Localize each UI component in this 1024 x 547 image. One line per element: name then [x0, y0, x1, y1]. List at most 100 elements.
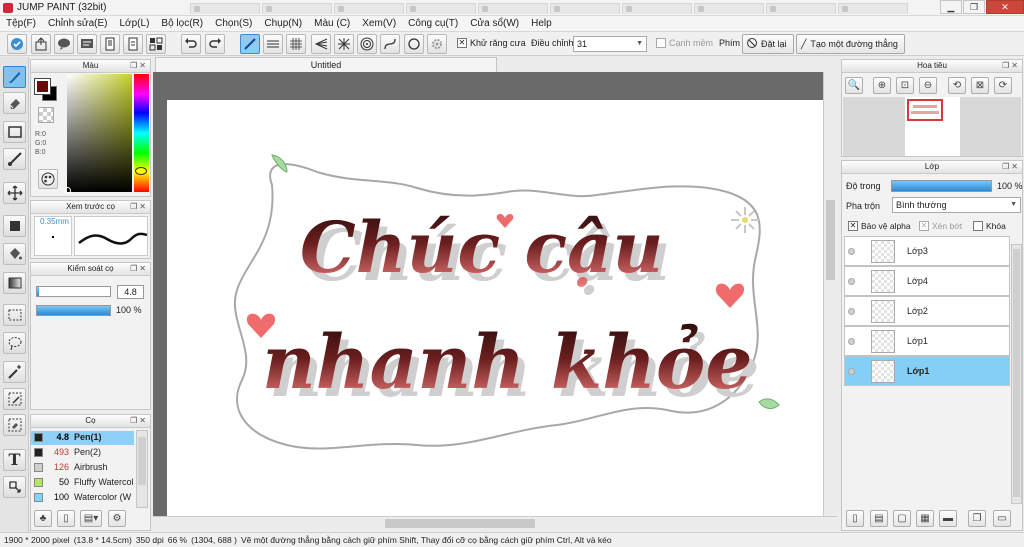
- magic-wand-tool-icon[interactable]: [3, 361, 26, 383]
- background-tab[interactable]: [262, 3, 332, 14]
- menu-filter[interactable]: Bộ lọc(R): [155, 16, 209, 31]
- zoom-out-icon[interactable]: ⊖: [919, 77, 937, 94]
- parallel-lines-icon[interactable]: [263, 34, 283, 54]
- fit-window-icon[interactable]: ⊡: [896, 77, 914, 94]
- brush-list-scroll-thumb[interactable]: [138, 437, 146, 485]
- new-brush-icon[interactable]: ▯: [57, 510, 75, 527]
- undo-icon[interactable]: [181, 34, 201, 54]
- brush-menu-icon[interactable]: ▤▾: [80, 510, 102, 527]
- new-layer-1bit-icon[interactable]: ▢: [893, 510, 911, 527]
- straight-line-ruler-icon[interactable]: [240, 34, 260, 54]
- brush-opacity-slider[interactable]: [36, 305, 111, 316]
- soft-edge-checkbox[interactable]: [656, 38, 666, 48]
- text-tool-icon[interactable]: T: [3, 449, 26, 471]
- horizontal-scroll-thumb[interactable]: [385, 519, 535, 528]
- panel-window-icons[interactable]: ❐✕: [1002, 161, 1020, 173]
- curve-ruler-icon[interactable]: [380, 34, 400, 54]
- select-pen-tool-icon[interactable]: [3, 388, 26, 410]
- export-icon[interactable]: [31, 34, 51, 54]
- document-icon[interactable]: [100, 34, 120, 54]
- layer-row[interactable]: Lớp1: [844, 356, 1010, 386]
- panel-window-icons[interactable]: ❐✕: [1002, 60, 1020, 72]
- transparent-color-swatch[interactable]: [38, 107, 54, 123]
- new-layer-8bit-icon[interactable]: ▤: [870, 510, 888, 527]
- layer-row[interactable]: Lớp2: [844, 296, 1010, 326]
- clip-checkbox[interactable]: ✕: [919, 221, 929, 231]
- lasso-select-tool-icon[interactable]: [3, 332, 26, 354]
- layer-row[interactable]: Lớp4: [844, 266, 1010, 296]
- new-halftone-layer-icon[interactable]: ▦: [916, 510, 934, 527]
- brush-item[interactable]: 126 Airbrush: [31, 461, 134, 475]
- background-tab[interactable]: [694, 3, 764, 14]
- brush-item[interactable]: 50 Fluffy Watercol: [31, 476, 134, 490]
- brush-list-scrollbar[interactable]: [136, 430, 148, 508]
- menu-window[interactable]: Cửa sổ(W): [464, 16, 525, 31]
- pen-tool-icon[interactable]: [3, 66, 26, 88]
- vertical-scroll-thumb[interactable]: [826, 200, 835, 280]
- chat-icon[interactable]: [77, 34, 97, 54]
- panel-window-icons[interactable]: ❐✕: [130, 201, 148, 213]
- navigator-view-rect[interactable]: [907, 99, 943, 121]
- delete-layer-icon[interactable]: ▭: [993, 510, 1011, 527]
- background-tab[interactable]: [766, 3, 836, 14]
- adjust-dropdown[interactable]: 31 ▼: [573, 36, 647, 52]
- select-eraser-tool-icon[interactable]: [3, 414, 26, 436]
- background-tab[interactable]: [838, 3, 908, 14]
- background-tab[interactable]: [334, 3, 404, 14]
- close-button[interactable]: ✕: [986, 0, 1024, 14]
- menu-edit[interactable]: Chỉnh sửa(E): [42, 16, 114, 31]
- rectangle-tool-icon[interactable]: [3, 121, 26, 143]
- panel-window-icons[interactable]: ❐✕: [130, 60, 148, 72]
- background-tab[interactable]: [478, 3, 548, 14]
- menu-capture[interactable]: Chụp(N): [258, 16, 308, 31]
- reset-button[interactable]: Đặt lại: [742, 34, 794, 54]
- brush-item[interactable]: 100 Watercolor (W: [31, 491, 134, 505]
- layer-row[interactable]: Lớp1: [844, 326, 1010, 356]
- redo-icon[interactable]: [205, 34, 225, 54]
- foreground-color-swatch[interactable]: [34, 78, 51, 95]
- layer-visibility-icon[interactable]: [848, 368, 855, 375]
- layer-visibility-icon[interactable]: [848, 338, 855, 345]
- rotate-left-icon[interactable]: ⟲: [948, 77, 966, 94]
- grid-ruler-icon[interactable]: [286, 34, 306, 54]
- grid-layout-icon[interactable]: [146, 34, 166, 54]
- menu-view[interactable]: Xem(V): [356, 16, 402, 31]
- color-picker-handle[interactable]: [64, 187, 71, 194]
- layer-opacity-slider[interactable]: [891, 180, 992, 192]
- brush-item[interactable]: 4.8 Pen(1): [31, 431, 134, 445]
- saturation-value-picker[interactable]: [67, 74, 132, 192]
- hue-slider-handle[interactable]: [135, 167, 147, 175]
- brush-settings-icon[interactable]: ⚙: [108, 510, 126, 527]
- background-tab[interactable]: [406, 3, 476, 14]
- brush-size-value[interactable]: 4.8: [117, 285, 144, 299]
- background-tab[interactable]: [622, 3, 692, 14]
- maximize-button[interactable]: ❐: [963, 0, 985, 14]
- protect-alpha-checkbox[interactable]: ✕: [848, 221, 858, 231]
- layer-visibility-icon[interactable]: [848, 278, 855, 285]
- canvas-vertical-scrollbar[interactable]: [823, 72, 837, 516]
- background-tab[interactable]: [550, 3, 620, 14]
- move-tool-icon[interactable]: [3, 182, 26, 204]
- rect-select-tool-icon[interactable]: [3, 304, 26, 326]
- menu-layer[interactable]: Lớp(L): [114, 16, 156, 31]
- antialias-checkbox[interactable]: ✕: [457, 38, 467, 48]
- layer-scroll-thumb[interactable]: [1013, 249, 1020, 497]
- radial-ruler-icon[interactable]: [334, 34, 354, 54]
- new-folder-icon[interactable]: ▬: [939, 510, 957, 527]
- bucket-tool-icon[interactable]: [3, 243, 26, 265]
- layer-visibility-icon[interactable]: [848, 248, 855, 255]
- layer-row[interactable]: Lớp3: [844, 236, 1010, 266]
- line-brush-tool-icon[interactable]: [3, 148, 26, 170]
- zoom-search-icon[interactable]: 🔍: [845, 77, 863, 94]
- fill-rect-tool-icon[interactable]: [3, 215, 26, 237]
- brush-size-slider[interactable]: [36, 286, 111, 297]
- layer-visibility-icon[interactable]: [848, 308, 855, 315]
- lock-checkbox[interactable]: [973, 221, 983, 231]
- menu-file[interactable]: Tệp(F): [0, 16, 42, 31]
- apply-icon[interactable]: [7, 34, 27, 54]
- ellipse-ruler-icon[interactable]: [404, 34, 424, 54]
- minimize-button[interactable]: ▁: [940, 0, 962, 14]
- layer-list-scrollbar[interactable]: [1011, 244, 1022, 504]
- zoom-in-icon[interactable]: ⊕: [873, 77, 891, 94]
- menu-help[interactable]: Help: [525, 16, 558, 31]
